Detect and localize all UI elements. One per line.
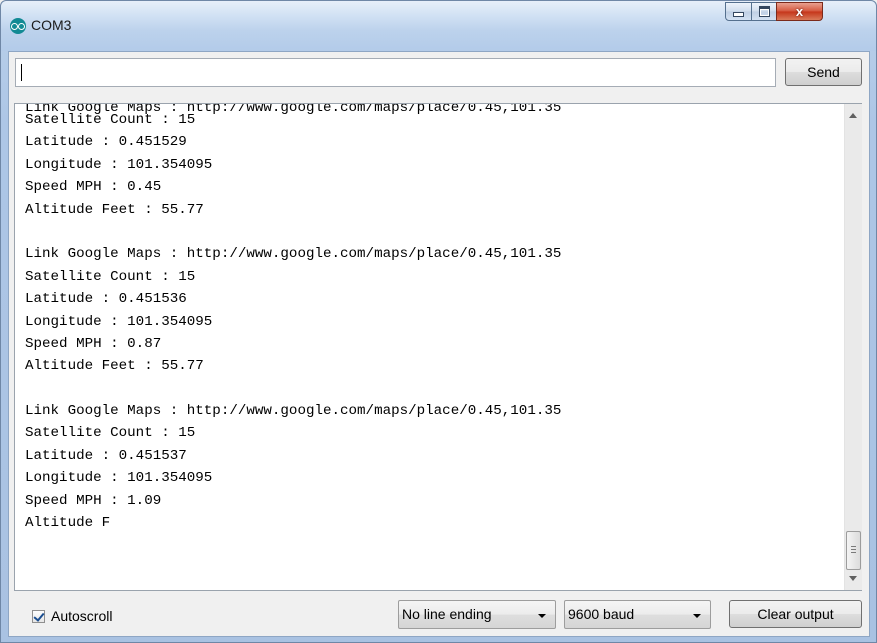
output-line-cut: Link Google Maps : http://www.google.com… [25,104,562,116]
output-line: Link Google Maps : http://www.google.com… [25,246,562,263]
chevron-down-icon [538,614,546,618]
close-icon: x [795,4,804,19]
send-button[interactable]: Send [785,58,862,86]
output-line: Longitude : 101.354095 [25,313,213,330]
maximize-icon [758,6,770,17]
send-input[interactable] [15,58,776,87]
arduino-icon [10,18,26,34]
output-line: Altitude F [25,515,111,532]
maximize-button[interactable] [751,2,777,21]
output-line: Longitude : 101.354095 [25,156,213,173]
output-line: Speed MPH : 0.45 [25,179,162,196]
output-line: Satellite Count : 15 [25,425,196,442]
baud-rate-value: 9600 baud [568,606,635,622]
clear-output-button[interactable]: Clear output [729,600,862,628]
minimize-button[interactable] [725,2,752,21]
chevron-down-icon [693,614,701,618]
window-title: COM3 [31,17,72,33]
baud-rate-select[interactable]: 9600 baud [564,600,711,629]
text-caret [21,64,22,81]
autoscroll-label: Autoscroll [51,608,113,624]
output-line: Speed MPH : 0.87 [25,335,162,352]
output-line: Link Google Maps : http://www.google.com… [25,403,562,420]
output-line: Satellite Count : 15 [25,268,196,285]
output-line: Altitude Feet : 55.77 [25,358,204,375]
output-lines: Link Google Maps : http://www.google.com… [25,104,562,534]
serial-output[interactable]: Link Google Maps : http://www.google.com… [15,104,844,590]
scrollbar-thumb[interactable] [846,531,861,570]
autoscroll-checkbox[interactable]: Autoscroll [32,608,112,624]
close-button[interactable]: x [776,2,823,21]
arrow-down-icon[interactable] [849,576,857,581]
checkmark-icon [33,609,45,622]
output-line: Latitude : 0.451536 [25,291,187,308]
output-line: Longitude : 101.354095 [25,470,213,487]
output-blank-line [25,378,561,400]
vertical-scrollbar[interactable] [844,104,862,590]
minimize-icon [733,12,744,17]
title-bar[interactable]: COM3 x [1,1,876,51]
output-blank-line [25,221,561,243]
line-ending-select[interactable]: No line ending [398,600,556,629]
output-line: Latitude : 0.451529 [25,134,187,151]
checkbox-box[interactable] [32,609,45,623]
arrow-up-icon[interactable] [849,113,857,118]
grip-line [851,549,856,550]
line-ending-value: No line ending [402,606,492,622]
output-line: Speed MPH : 1.09 [25,492,162,509]
grip-line [851,546,856,547]
grip-line [851,552,856,553]
output-line: Latitude : 0.451537 [25,447,187,464]
output-line: Altitude Feet : 55.77 [25,201,204,218]
